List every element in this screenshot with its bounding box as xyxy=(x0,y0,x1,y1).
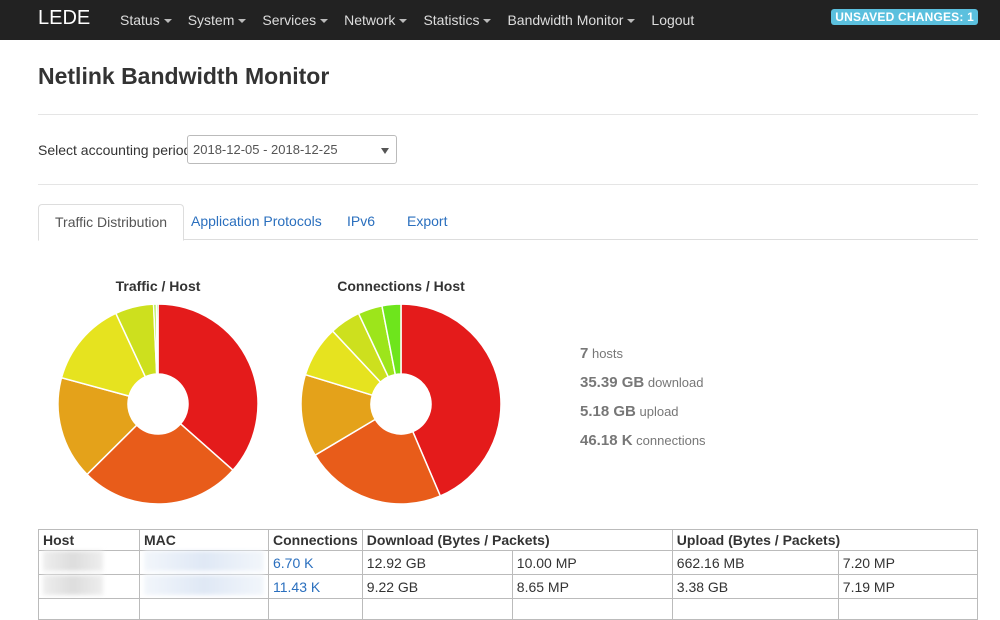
upload-bytes-cell: 662.16 MB xyxy=(671,550,839,575)
upload-packets-cell xyxy=(837,598,979,620)
chevron-down-icon xyxy=(238,19,247,24)
main-nav: Status System Services Network Statistic… xyxy=(112,0,702,40)
host-cell xyxy=(38,550,140,575)
top-navbar: LEDE Status System Services Network Stat… xyxy=(0,0,1000,40)
chevron-down-icon xyxy=(483,19,492,24)
upload-packets-cell: 7.20 MP xyxy=(837,550,979,575)
tab-bar: Traffic Distribution Application Protoco… xyxy=(38,204,978,241)
nav-network[interactable]: Network xyxy=(336,0,415,40)
tab-traffic-distribution[interactable]: Traffic Distribution xyxy=(38,204,185,241)
period-select-value: 2018-12-05 - 2018-12-25 xyxy=(193,142,338,157)
nav-statistics[interactable]: Statistics xyxy=(415,0,499,40)
tab-application-protocols[interactable]: Application Protocols xyxy=(175,204,338,240)
connections-host-pie-chart xyxy=(300,303,502,505)
unsaved-changes-badge[interactable]: UNSAVED CHANGES: 1 xyxy=(831,9,978,25)
nav-system[interactable]: System xyxy=(180,0,255,40)
connections-host-chart-title: Connections / Host xyxy=(337,278,465,294)
tab-ipv6[interactable]: IPv6 xyxy=(331,204,391,240)
col-host[interactable]: Host xyxy=(38,529,140,551)
table-header-row: Host MAC Connections Download (Bytes / P… xyxy=(38,529,979,551)
stat-connections: 46.18 K connections xyxy=(580,432,706,449)
nav-bandwidth-monitor[interactable]: Bandwidth Monitor xyxy=(499,0,643,40)
redacted-host xyxy=(43,575,103,595)
mac-cell xyxy=(139,550,269,575)
connections-cell xyxy=(268,598,363,620)
chevron-down-icon xyxy=(163,19,172,24)
nav-logout[interactable]: Logout xyxy=(643,0,702,40)
table-row: 6.70 K 12.92 GB 10.00 MP 662.16 MB 7.20 … xyxy=(38,550,979,575)
redacted-mac xyxy=(144,551,264,571)
traffic-host-chart-title: Traffic / Host xyxy=(115,278,201,294)
summary-stats: 7 hosts 35.39 GB download 5.18 GB upload… xyxy=(580,345,706,461)
chevron-down-icon xyxy=(399,19,408,24)
table-row xyxy=(38,598,979,620)
upload-bytes-cell xyxy=(671,598,839,620)
stat-hosts: 7 hosts xyxy=(580,345,624,362)
connections-link[interactable]: 11.43 K xyxy=(273,579,320,595)
chevron-down-icon xyxy=(320,19,329,24)
period-label: Select accounting period: xyxy=(38,142,196,158)
chevron-down-icon xyxy=(627,19,636,24)
download-bytes-cell: 12.92 GB xyxy=(361,550,513,575)
col-connections[interactable]: Connections xyxy=(268,529,363,551)
caret-down-icon xyxy=(381,148,389,154)
traffic-host-pie-chart xyxy=(57,303,259,505)
hosts-table: Host MAC Connections Download (Bytes / P… xyxy=(38,529,979,620)
download-bytes-cell xyxy=(361,598,513,620)
host-cell xyxy=(38,598,140,620)
divider xyxy=(38,184,978,185)
redacted-mac xyxy=(144,575,264,595)
redacted-host xyxy=(43,551,103,571)
mac-cell xyxy=(139,598,269,620)
nav-status[interactable]: Status xyxy=(112,0,180,40)
col-mac[interactable]: MAC xyxy=(139,529,269,551)
col-upload[interactable]: Upload (Bytes / Packets) xyxy=(671,529,979,551)
download-packets-cell xyxy=(511,598,673,620)
brand-logo[interactable]: LEDE xyxy=(38,7,90,30)
col-download[interactable]: Download (Bytes / Packets) xyxy=(361,529,673,551)
nav-services[interactable]: Services xyxy=(254,0,336,40)
stat-upload: 5.18 GB upload xyxy=(580,403,679,420)
divider xyxy=(38,114,978,115)
stat-download: 35.39 GB download xyxy=(580,374,704,391)
connections-link[interactable]: 6.70 K xyxy=(273,555,313,571)
download-packets-cell: 10.00 MP xyxy=(511,550,673,575)
connections-cell: 6.70 K xyxy=(268,550,363,575)
period-select[interactable]: 2018-12-05 - 2018-12-25 xyxy=(187,135,397,164)
page-title: Netlink Bandwidth Monitor xyxy=(38,63,330,89)
tab-export[interactable]: Export xyxy=(391,204,463,240)
